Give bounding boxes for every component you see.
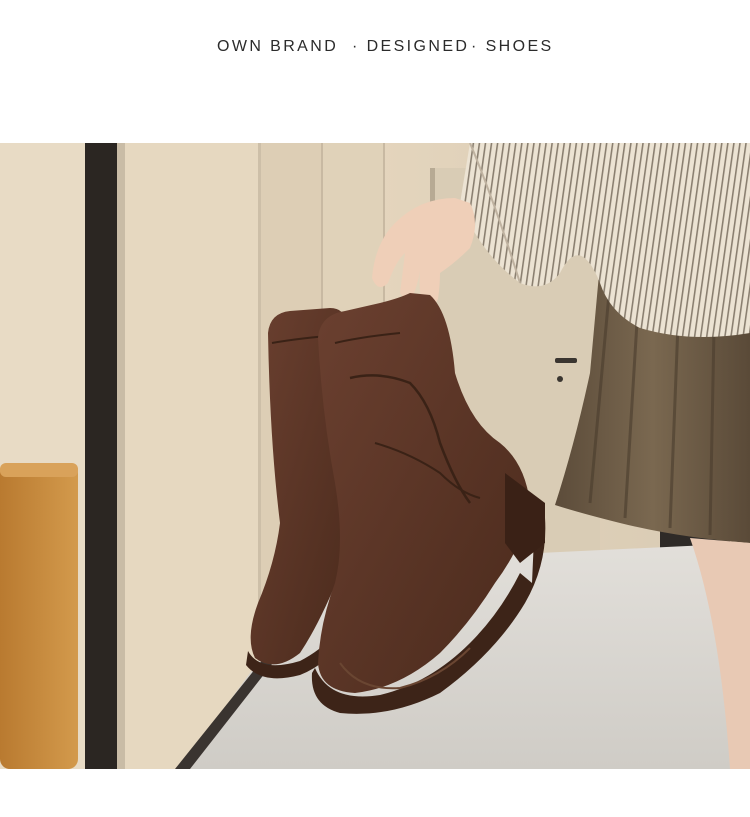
brand-tagline: OWN BRAND · DESIGNED · SHOES [0,38,750,60]
sofa [0,463,78,769]
door-frame [85,143,117,769]
tagline-own-brand: OWN BRAND [217,38,339,55]
footer-spacer [0,769,750,817]
product-photo-illustration [0,143,750,769]
tagline-designed: · DESIGNED [352,38,470,55]
tagline-shoes: · SHOES [471,38,554,55]
header: OWN BRAND · DESIGNED · SHOES [0,0,750,143]
product-photo [0,143,750,769]
door-handle [555,358,577,363]
